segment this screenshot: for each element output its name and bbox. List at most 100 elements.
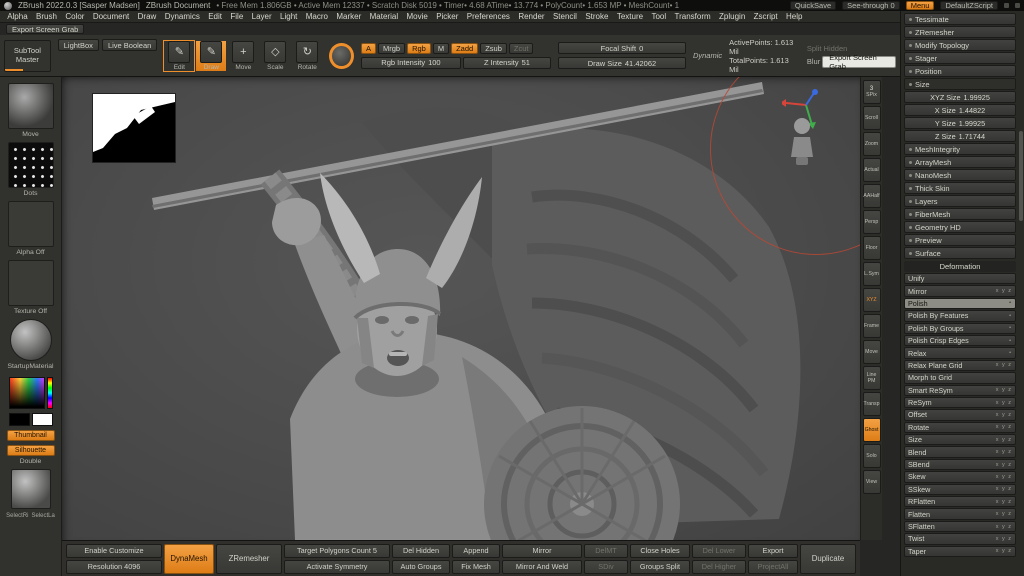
- viewport-tool-button[interactable]: Transp: [863, 392, 881, 416]
- split-hidden-button[interactable]: Split Hidden: [807, 44, 896, 53]
- deformation-slider[interactable]: Skewx y z: [904, 471, 1016, 482]
- viewport-tool-button[interactable]: Solo: [863, 444, 881, 468]
- select-lasso-label[interactable]: SelectLa: [31, 513, 54, 519]
- mesh-integrity-button[interactable]: MeshIntegrity: [904, 143, 1016, 155]
- bottom-button[interactable]: Groups Split: [630, 560, 690, 574]
- see-through-slider[interactable]: See-through 0: [842, 1, 900, 10]
- deformation-slider[interactable]: Relax Plane Gridx y z: [904, 360, 1016, 371]
- viewport-tool-button[interactable]: Persp: [863, 210, 881, 234]
- double-label[interactable]: Double: [20, 458, 42, 465]
- export-screen-grab-menu-button[interactable]: Export Screen Grab: [6, 24, 84, 34]
- menu-item[interactable]: Stencil: [550, 12, 580, 21]
- default-zscript-button[interactable]: DefaultZScript: [940, 1, 998, 10]
- bottom-button[interactable]: ZRemesher: [216, 544, 282, 574]
- menu-item[interactable]: Color: [62, 12, 88, 21]
- deformation-section-header[interactable]: Deformation: [904, 261, 1016, 272]
- menu-item[interactable]: Light: [277, 12, 301, 21]
- menu-item[interactable]: Transform: [671, 12, 714, 21]
- panel-button[interactable]: Thick Skin: [904, 182, 1016, 194]
- export-screen-grab-button[interactable]: Export Screen Grab: [822, 56, 896, 68]
- paint-mode-button[interactable]: Rgb: [407, 43, 431, 54]
- viewport-tool-button[interactable]: Scroll: [863, 106, 881, 130]
- menu-item[interactable]: Zplugin: [716, 12, 749, 21]
- select-brush-thumbnail[interactable]: [11, 469, 51, 509]
- deformation-slider[interactable]: SSkewx y z: [904, 484, 1016, 495]
- panel-button[interactable]: Position: [904, 65, 1016, 77]
- menu-item[interactable]: Alpha: [4, 12, 31, 21]
- panel-button[interactable]: Modify Topology: [904, 39, 1016, 51]
- live-boolean-button[interactable]: Live Boolean: [102, 39, 157, 51]
- viewport-tool-button[interactable]: Frame: [863, 314, 881, 338]
- menu-item[interactable]: Stroke: [582, 12, 612, 21]
- menu-item[interactable]: Layer: [248, 12, 274, 21]
- menu-toggle-button[interactable]: Menu: [906, 1, 935, 10]
- paint-mode-button[interactable]: Zsub: [480, 43, 507, 54]
- bottom-button[interactable]: Close Holes: [630, 544, 690, 558]
- bottom-button[interactable]: Del Lower: [692, 544, 746, 558]
- menu-item[interactable]: Dynamics: [162, 12, 204, 21]
- viewport-tool-button[interactable]: Ghost: [863, 418, 881, 442]
- deformation-slider[interactable]: RFlattenx y z: [904, 496, 1016, 507]
- thumbnail-toggle-button[interactable]: Thumbnail: [7, 430, 55, 441]
- bottom-button[interactable]: Auto Groups: [392, 560, 450, 574]
- current-brush-thumbnail[interactable]: [8, 83, 54, 129]
- bottom-button[interactable]: Mirror And Weld: [502, 560, 582, 574]
- panel-button[interactable]: FiberMesh: [904, 208, 1016, 220]
- window-close-icon[interactable]: [1015, 3, 1020, 8]
- bottom-button[interactable]: DelMT: [584, 544, 628, 558]
- paint-mode-button[interactable]: Mrgb: [378, 43, 405, 54]
- menu-item[interactable]: Help: [783, 12, 806, 21]
- deformation-slider[interactable]: Relax•: [904, 347, 1016, 358]
- mode-button[interactable]: ✎Draw: [196, 41, 226, 71]
- viewport-tool-button[interactable]: Move: [863, 340, 881, 364]
- menu-item[interactable]: Picker: [433, 12, 462, 21]
- bottom-button[interactable]: Fix Mesh: [452, 560, 500, 574]
- deformation-slider[interactable]: Twistx y z: [904, 533, 1016, 544]
- deformation-slider[interactable]: ReSymx y z: [904, 397, 1016, 408]
- main-color-swatch[interactable]: [9, 413, 30, 426]
- menu-item[interactable]: Draw: [134, 12, 159, 21]
- panel-button[interactable]: Stager: [904, 52, 1016, 64]
- menu-item[interactable]: Material: [366, 12, 401, 21]
- panel-button[interactable]: Preview: [904, 234, 1016, 246]
- viewport-tool-button[interactable]: Floor: [863, 236, 881, 260]
- bottom-button[interactable]: DynaMesh: [164, 544, 214, 574]
- bottom-button[interactable]: Duplicate: [800, 544, 856, 574]
- viewport-tool-button[interactable]: L.Sym: [863, 262, 881, 286]
- panel-scrollbar[interactable]: [1019, 131, 1023, 221]
- menu-item[interactable]: File: [227, 12, 246, 21]
- panel-button[interactable]: ZRemesher: [904, 26, 1016, 38]
- panel-button[interactable]: Surface: [904, 247, 1016, 259]
- color-hue-strip[interactable]: [47, 377, 53, 409]
- paint-mode-button[interactable]: A: [361, 43, 376, 54]
- menu-item[interactable]: Render: [515, 12, 548, 21]
- document-canvas[interactable]: [62, 77, 860, 540]
- bottom-button[interactable]: Activate Symmetry: [284, 560, 390, 574]
- deformation-slider[interactable]: SFlattenx y z: [904, 521, 1016, 532]
- viewport-tool-button[interactable]: XYZ: [863, 288, 881, 312]
- bottom-button[interactable]: Target Polygons Count 5: [284, 544, 390, 558]
- bottom-button[interactable]: SDiv: [584, 560, 628, 574]
- size-slider[interactable]: X Size1.44822: [904, 104, 1016, 116]
- deformation-slider[interactable]: Polish•: [904, 298, 1016, 309]
- deformation-slider[interactable]: Rotatex y z: [904, 422, 1016, 433]
- paint-mode-button[interactable]: Zcut: [509, 43, 534, 54]
- deformation-slider[interactable]: Polish By Groups•: [904, 323, 1016, 334]
- deformation-slider[interactable]: SBendx y z: [904, 459, 1016, 470]
- deformation-slider[interactable]: Smart ReSymx y z: [904, 385, 1016, 396]
- panel-button[interactable]: Tessimate: [904, 13, 1016, 25]
- deformation-slider[interactable]: Unify: [904, 273, 1016, 284]
- bottom-button[interactable]: Mirror: [502, 544, 582, 558]
- mode-button[interactable]: ◇Scale: [260, 41, 290, 71]
- alpha-thumbnail[interactable]: [8, 201, 54, 247]
- bottom-button[interactable]: Append: [452, 544, 500, 558]
- draw-size-slider[interactable]: Draw Size41.42062: [558, 57, 686, 69]
- panel-button[interactable]: NanoMesh: [904, 169, 1016, 181]
- silhouette-toggle-button[interactable]: Silhouette: [7, 445, 55, 456]
- rgb-intensity-slider[interactable]: Rgb Intensity100: [361, 57, 461, 69]
- mannequin-icon[interactable]: [784, 117, 820, 169]
- menu-item[interactable]: Preferences: [464, 12, 514, 21]
- panel-button[interactable]: ArrayMesh: [904, 156, 1016, 168]
- size-slider[interactable]: Y Size1.99925: [904, 117, 1016, 129]
- menu-item[interactable]: Macro: [303, 12, 332, 21]
